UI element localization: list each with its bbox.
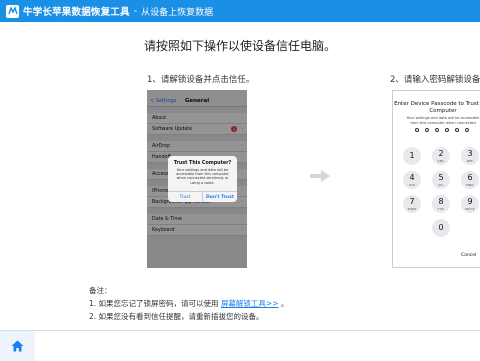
screen-unlock-tool-link[interactable]: 屏幕解锁工具>> [221, 299, 279, 308]
step-1-label: 1、请解锁设备并点击信任。 [147, 75, 255, 85]
keypad-key-4: 4 GHI [403, 171, 421, 189]
passcode-cancel: Cancel [461, 253, 477, 258]
page-subtitle: 从设备上恢复数据 [141, 7, 214, 18]
phone-trust-illustration: < Settings General About › Software Updat… [147, 90, 247, 268]
notes-section: 备注： 1. 如果您忘记了锁屏密码，请可以使用 屏幕解锁工具>> 。 2. 如果… [89, 284, 288, 323]
passcode-subtitle: Your settings and data will be accessibl… [406, 116, 480, 125]
keypad-key-7: 7 PQRS [403, 195, 421, 213]
keypad-key-1: 1 [403, 147, 421, 165]
note-line-1: 1. 如果您忘记了锁屏密码，请可以使用 屏幕解锁工具>> 。 [89, 299, 289, 308]
note-line-2: 2. 如果您没有看到信任提醒，请重新插拔您的设备。 [89, 312, 264, 321]
notes-label: 备注： [89, 286, 112, 295]
arrow-right-icon [310, 167, 330, 186]
keypad-key-2: 2 ABC [432, 147, 450, 165]
title-bar: 牛学长苹果数据恢复工具 - 从设备上恢复数据 [0, 0, 480, 22]
keypad-key-9: 9 WXYZ [461, 195, 479, 213]
app-logo-icon [6, 4, 19, 18]
footer-bar [0, 330, 480, 361]
dont-trust-button: Don't Trust [202, 192, 237, 202]
home-button[interactable] [0, 331, 35, 361]
passcode-title: Enter Device Passcode to Trust This Comp… [394, 101, 480, 114]
keypad-key-5: 5 JKL [432, 171, 450, 189]
passcode-dots [415, 128, 469, 132]
trust-button: Trust [179, 194, 191, 200]
page-heading: 请按照如下操作以使设备信任电脑。 [143, 39, 336, 53]
step-2-label: 2、请输入密码解锁设备 [390, 75, 480, 85]
phone-passcode-illustration: Enter Device Passcode to Trust This Comp… [392, 90, 480, 268]
keypad-key-0: 0 [432, 219, 450, 237]
keypad-key-8: 8 TUV [432, 195, 450, 213]
trust-alert-title: Trust This Computer? [173, 161, 232, 166]
trust-alert: Trust This Computer? Your settings and d… [168, 156, 237, 202]
app-title: 牛学长苹果数据恢复工具 [23, 7, 130, 18]
keypad-key-3: 3 DEF [461, 147, 479, 165]
home-icon [11, 340, 24, 352]
title-separator: - [133, 5, 138, 17]
trust-alert-body: Your settings and data will be accessibl… [176, 168, 229, 185]
keypad-key-6: 6 MNO [461, 171, 479, 189]
